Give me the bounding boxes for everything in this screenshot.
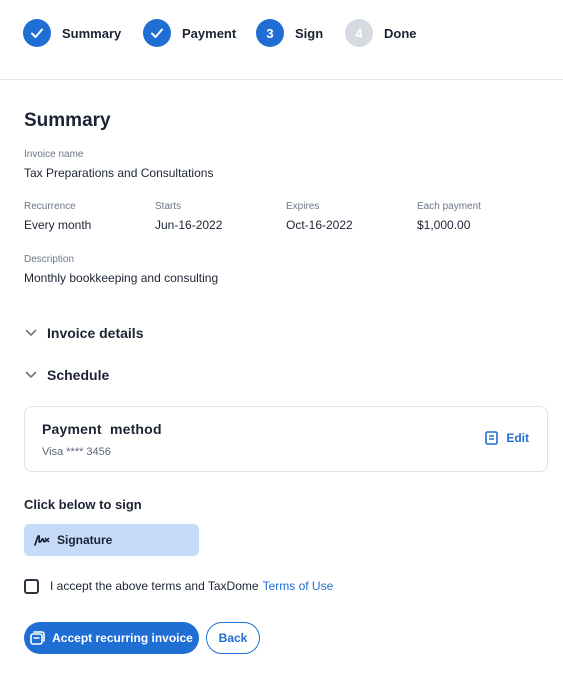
check-icon: [143, 19, 171, 47]
step-done[interactable]: 4 Done: [345, 18, 417, 48]
invoice-details-label: Invoice details: [47, 325, 144, 341]
chevron-down-icon: [24, 326, 38, 340]
terms-checkbox[interactable]: [24, 578, 39, 594]
invoice-details-toggle[interactable]: Invoice details: [24, 323, 143, 343]
payment-method-card: Payment method Visa **** 3456 Edit: [24, 406, 548, 472]
signature-label: Signature: [57, 533, 113, 547]
accept-recurring-invoice-button[interactable]: Accept recurring invoice: [24, 622, 199, 654]
invoice-name-value: Tax Preparations and Consultations: [24, 166, 214, 180]
payment-method-value: Visa **** 3456: [42, 446, 111, 458]
step-summary[interactable]: Summary: [23, 18, 121, 48]
schedule-label: Schedule: [47, 367, 110, 383]
back-button[interactable]: Back: [206, 622, 260, 654]
accept-label: Accept recurring invoice: [52, 631, 193, 645]
terms-row: I accept the above terms and TaxDome Ter…: [24, 577, 333, 595]
step-label: Sign: [295, 25, 324, 41]
step-payment[interactable]: Payment: [143, 18, 236, 48]
step-number: 4: [345, 19, 373, 47]
step-number: 3: [256, 19, 284, 47]
expires-label: Expires: [286, 201, 320, 212]
step-label: Payment: [182, 25, 237, 41]
each-payment-label: Each payment: [417, 201, 481, 212]
invoice-icon: [30, 631, 45, 645]
terms-of-use-link[interactable]: Terms of Use: [263, 579, 334, 593]
step-label: Done: [384, 25, 417, 41]
payment-method-title: Payment method: [42, 421, 162, 437]
progress-stepper: Summary Payment 3 Sign 4 Done: [0, 0, 563, 80]
starts-label: Starts: [155, 201, 182, 212]
each-payment-value: $1,000.00: [417, 218, 471, 232]
signature-button[interactable]: Signature: [24, 524, 199, 556]
sign-title: Click below to sign: [24, 497, 142, 512]
step-sign[interactable]: 3 Sign: [256, 18, 323, 48]
edit-label: Edit: [506, 431, 529, 445]
invoice-name-label: Invoice name: [24, 149, 84, 160]
starts-value: Jun-16-2022: [155, 218, 223, 232]
page-title: Summary: [24, 110, 111, 131]
terms-text: I accept the above terms and TaxDome: [50, 579, 259, 593]
chevron-down-icon: [24, 368, 38, 382]
edit-icon: [485, 431, 499, 445]
expires-value: Oct-16-2022: [286, 218, 353, 232]
step-label: Summary: [62, 25, 122, 41]
signature-icon: [34, 535, 50, 546]
recurrence-value: Every month: [24, 218, 92, 232]
description-value: Monthly bookkeeping and consulting: [24, 271, 219, 285]
edit-payment-button[interactable]: Edit: [485, 431, 529, 445]
recurrence-label: Recurrence: [24, 201, 76, 212]
check-icon: [23, 19, 51, 47]
schedule-toggle[interactable]: Schedule: [24, 365, 109, 385]
description-label: Description: [24, 254, 75, 265]
